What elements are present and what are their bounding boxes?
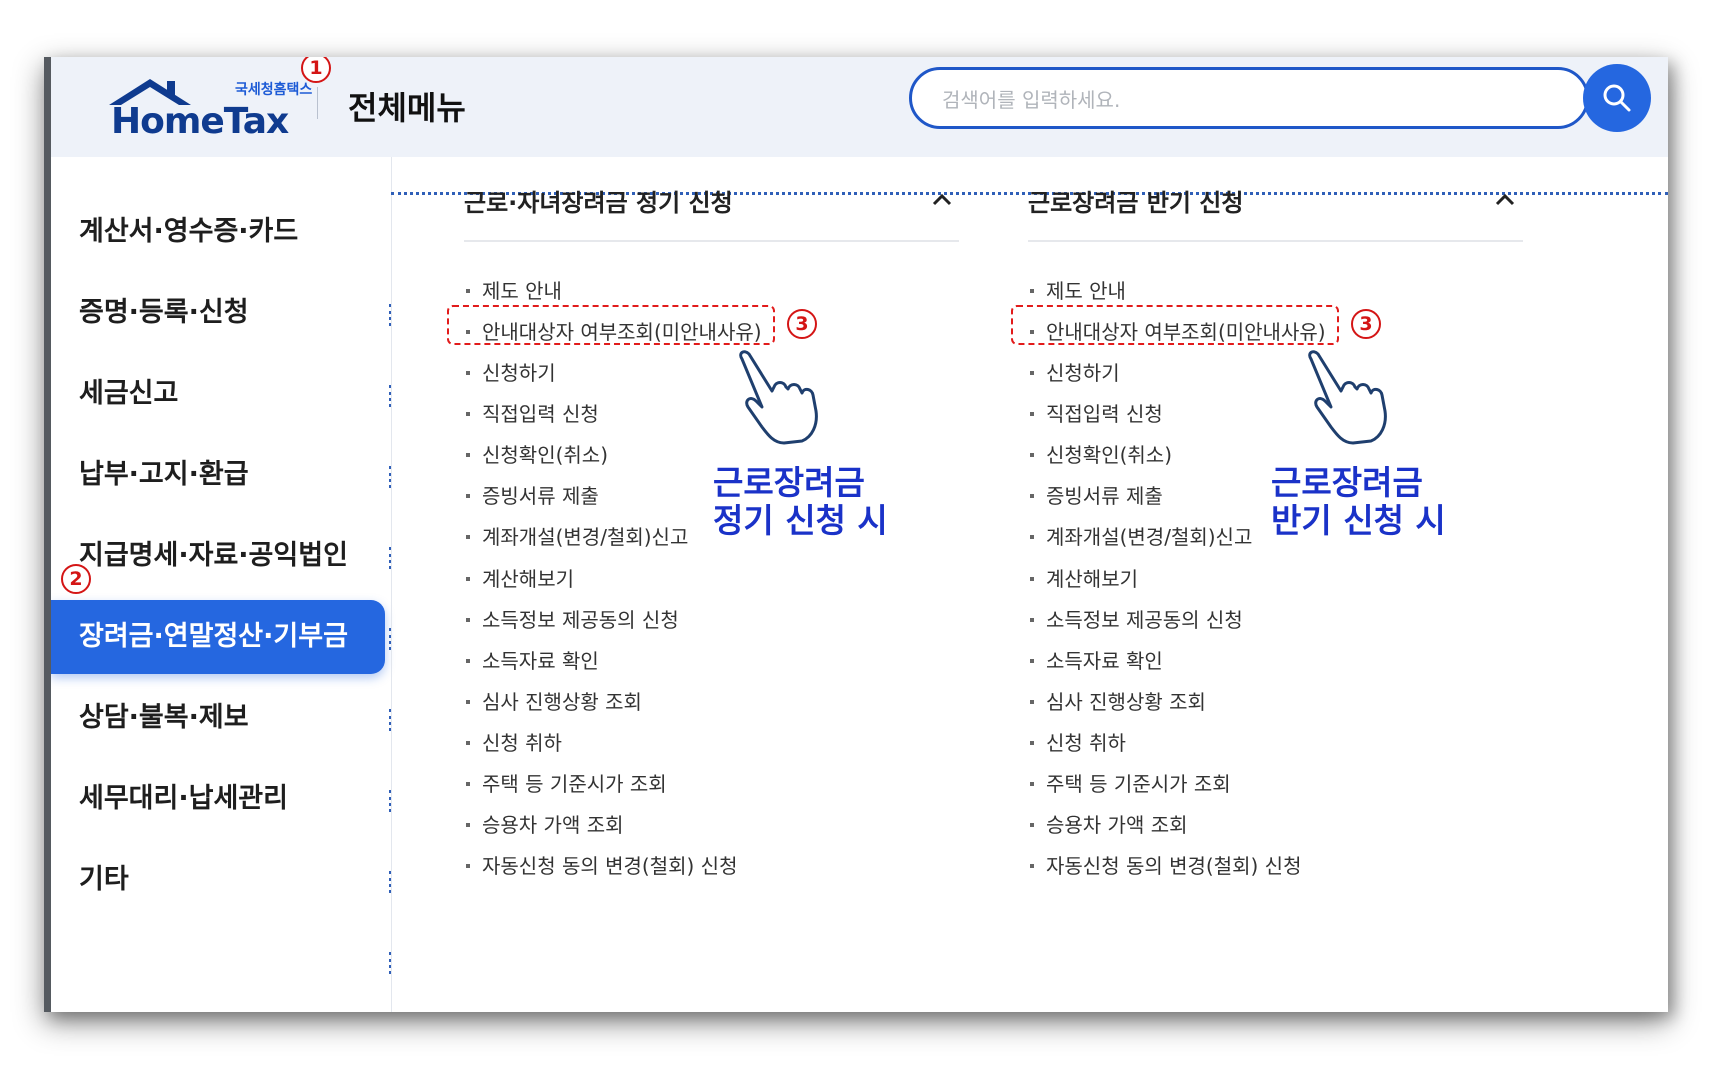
link-confirm-cancel[interactable]: 신청확인(취소) (1030, 439, 1172, 468)
sidebar-item-payment-refund[interactable]: 납부·고지·환급 (51, 438, 385, 512)
sidebar-item-consultation-appeal[interactable]: 상담·불복·제보 (51, 681, 385, 755)
annotation-half-year-line2: 반기 신청 시 (1271, 501, 1446, 540)
sidebar-item-invoice-receipt-card[interactable]: 계산서·영수증·카드 (51, 195, 385, 269)
link-account-report[interactable]: 계좌개설(변경/철회)신고 (1030, 521, 1252, 550)
link-apply[interactable]: 신청하기 (1030, 357, 1120, 386)
link-confirm-cancel[interactable]: 신청확인(취소) (466, 439, 608, 468)
sidebar-item-payment-statement[interactable]: 지급명세·자료·공익법인 (51, 519, 385, 593)
chevron-up-icon[interactable] (1494, 189, 1516, 211)
sidebar: 계산서·영수증·카드 증명·등록·신청 세금신고 납부·고지·환급 지급명세·자… (51, 157, 392, 1012)
link-calculator[interactable]: 계산해보기 (1030, 563, 1138, 592)
logo-korean-name: 국세청홈택스 (235, 82, 313, 98)
panel-title-regular-application: 근로·자녀장려금 정기 신청 (464, 189, 733, 217)
annotation-regular-line1: 근로장려금 (713, 463, 865, 502)
step-marker-3-right: 3 (1351, 309, 1381, 339)
step-marker-2: 2 (61, 564, 91, 594)
highlight-box-left (447, 305, 775, 345)
link-account-report[interactable]: 계좌개설(변경/철회)신고 (466, 521, 688, 550)
link-direct-input-apply[interactable]: 직접입력 신청 (466, 398, 599, 427)
panel-divider (1028, 240, 1523, 242)
link-car-price[interactable]: 승용차 가액 조회 (1030, 809, 1188, 838)
hometax-menu-window: 국세청홈택스 HomeTax 1 전체메뉴 계산서·영수증·카드 증명·등록·신… (44, 57, 1668, 1012)
link-withdraw-application[interactable]: 신청 취하 (1030, 727, 1126, 756)
hometax-logo[interactable]: 국세청홈택스 HomeTax (99, 71, 312, 151)
pointing-hand-icon (739, 350, 818, 445)
header-divider (317, 87, 318, 119)
search-button[interactable] (1583, 64, 1651, 132)
link-submit-documents[interactable]: 증빙서류 제출 (1030, 480, 1163, 509)
link-system-guide[interactable]: 제도 안내 (1030, 275, 1126, 304)
sidebar-item-tax-filing[interactable]: 세금신고 (51, 357, 385, 431)
annotation-regular-line2: 정기 신청 시 (713, 501, 888, 540)
sidebar-item-certificate-registration[interactable]: 증명·등록·신청 (51, 276, 385, 350)
link-income-data-check[interactable]: 소득자료 확인 (1030, 645, 1163, 674)
link-auto-consent-change[interactable]: 자동신청 동의 변경(철회) 신청 (466, 850, 737, 879)
panel-divider (464, 240, 959, 242)
sidebar-item-etc[interactable]: 기타 (51, 843, 385, 917)
link-income-info-consent[interactable]: 소득정보 제공동의 신청 (1030, 604, 1243, 633)
search-icon (1603, 84, 1631, 112)
annotation-half-year-line1: 근로장려금 (1271, 463, 1423, 502)
link-auto-consent-change[interactable]: 자동신청 동의 변경(철회) 신청 (1030, 850, 1301, 879)
page-title: 전체메뉴 (348, 89, 466, 127)
link-housing-price[interactable]: 주택 등 기준시가 조회 (1030, 768, 1231, 797)
panel-title-half-year-application: 근로장려금 반기 신청 (1028, 189, 1244, 217)
link-income-info-consent[interactable]: 소득정보 제공동의 신청 (466, 604, 679, 633)
sidebar-border (391, 157, 392, 1012)
logo-english-name: HomeTax (111, 101, 289, 142)
link-submit-documents[interactable]: 증빙서류 제출 (466, 480, 599, 509)
chevron-up-icon[interactable] (931, 189, 953, 211)
header: 국세청홈택스 HomeTax 1 전체메뉴 (51, 57, 1668, 157)
link-car-price[interactable]: 승용차 가액 조회 (466, 809, 624, 838)
step-marker-1: 1 (301, 57, 331, 83)
link-system-guide[interactable]: 제도 안내 (466, 275, 562, 304)
link-review-status[interactable]: 심사 진행상황 조회 (1030, 686, 1206, 715)
link-apply[interactable]: 신청하기 (466, 357, 556, 386)
sidebar-item-incentive-yearend[interactable]: 장려금·연말정산·기부금 (51, 600, 385, 674)
pointing-hand-icon (1308, 350, 1387, 445)
link-review-status[interactable]: 심사 진행상황 조회 (466, 686, 642, 715)
link-direct-input-apply[interactable]: 직접입력 신청 (1030, 398, 1163, 427)
step-marker-3-left: 3 (787, 309, 817, 339)
link-calculator[interactable]: 계산해보기 (466, 563, 574, 592)
highlight-box-right (1011, 305, 1339, 345)
link-income-data-check[interactable]: 소득자료 확인 (466, 645, 599, 674)
link-housing-price[interactable]: 주택 등 기준시가 조회 (466, 768, 667, 797)
search-box (909, 67, 1589, 129)
search-input[interactable] (940, 82, 1504, 118)
sidebar-item-tax-agent[interactable]: 세무대리·납세관리 (51, 762, 385, 836)
link-withdraw-application[interactable]: 신청 취하 (466, 727, 562, 756)
